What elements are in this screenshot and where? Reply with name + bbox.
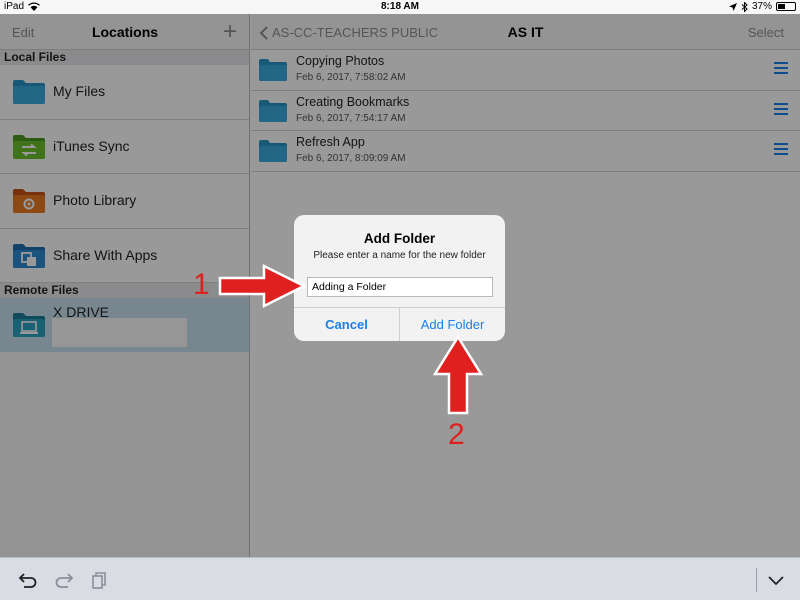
location-icon: [728, 2, 737, 11]
folder-name-input[interactable]: [307, 277, 493, 297]
status-time: 8:18 AM: [381, 1, 419, 12]
battery-percent: 37%: [751, 1, 772, 12]
status-bar: iPad 8:18 AM 37%: [0, 0, 800, 14]
bottom-toolbar: [0, 557, 800, 600]
paste-icon[interactable]: [90, 571, 110, 589]
redo-icon[interactable]: [54, 571, 74, 589]
toolbar-separator: [756, 568, 757, 592]
annotation-number-2: 2: [448, 418, 465, 451]
add-folder-dialog: Add Folder Please enter a name for the n…: [294, 215, 505, 341]
undo-icon[interactable]: [18, 571, 38, 589]
bluetooth-icon: [741, 1, 748, 12]
dialog-message: Please enter a name for the new folder: [313, 250, 486, 261]
annotation-number-1: 1: [193, 268, 210, 301]
annotation-arrow-2: [432, 334, 484, 415]
cancel-button[interactable]: Cancel: [294, 308, 400, 341]
battery-fill: [778, 4, 785, 9]
status-right: 37%: [728, 1, 796, 12]
dialog-title: Add Folder: [363, 231, 436, 246]
battery-icon: [776, 2, 796, 11]
annotation-arrow-1: [218, 263, 307, 309]
chevron-down-icon[interactable]: [766, 571, 786, 589]
